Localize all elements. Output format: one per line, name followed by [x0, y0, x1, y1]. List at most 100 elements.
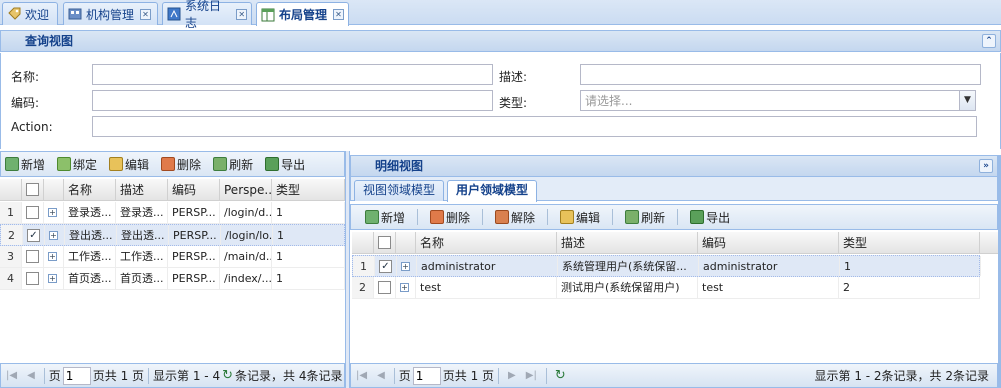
- expand-icon[interactable]: +: [401, 261, 410, 271]
- prev-page-icon[interactable]: ◀: [377, 370, 385, 381]
- page-number-input[interactable]: [62, 366, 91, 385]
- column-header-code[interactable]: 编码: [168, 179, 220, 200]
- row-expander[interactable]: +: [396, 277, 416, 298]
- close-icon[interactable]: ✕: [140, 8, 152, 20]
- expand-icon[interactable]: +: [49, 230, 58, 240]
- bind-icon: [57, 157, 72, 171]
- checkbox[interactable]: [378, 280, 391, 294]
- row-checkbox[interactable]: [22, 202, 44, 223]
- add-icon: [365, 210, 379, 224]
- divider: [482, 209, 484, 225]
- close-icon[interactable]: ✕: [333, 9, 344, 20]
- name-label: 名称:: [11, 70, 40, 84]
- action-field[interactable]: [92, 116, 977, 137]
- page-number-input[interactable]: [412, 366, 441, 385]
- next-page-icon[interactable]: ▶: [508, 370, 516, 381]
- record-status: 显示第 1 - 2条记录，共 2条记录: [814, 369, 990, 383]
- row-expander[interactable]: +: [44, 202, 64, 223]
- column-header-code[interactable]: 编码: [698, 232, 839, 253]
- detail-export-button[interactable]: 导出: [690, 209, 730, 226]
- unbind-icon: [495, 210, 510, 224]
- row-expander[interactable]: +: [44, 246, 64, 267]
- export-button[interactable]: 导出: [265, 156, 305, 173]
- first-page-icon[interactable]: |◀: [356, 370, 367, 381]
- expand-icon[interactable]: »: [979, 159, 993, 173]
- table-row[interactable]: 1 ✓ + administrator 系统管理用户(系统保留... administra…: [352, 255, 981, 277]
- column-header-name[interactable]: 名称: [416, 232, 557, 253]
- select-all-checkbox[interactable]: [374, 232, 396, 253]
- row-expander[interactable]: +: [397, 256, 417, 276]
- row-checkbox[interactable]: [22, 268, 44, 289]
- cell-name: 登出透...: [65, 225, 117, 245]
- row-checkbox[interactable]: ✓: [375, 256, 397, 276]
- detail-add-button[interactable]: 新增: [365, 209, 405, 226]
- table-row[interactable]: 3 + 工作透... 工作透... PERSP.../main/d... 1: [0, 246, 345, 268]
- prev-page-icon[interactable]: ◀: [27, 370, 35, 381]
- cell-desc: 测试用户(系统保留用户): [557, 277, 698, 298]
- checkbox[interactable]: ✓: [27, 228, 40, 242]
- description-field[interactable]: [580, 64, 981, 85]
- divider: [612, 209, 614, 225]
- code-field[interactable]: [92, 90, 493, 111]
- tab-label: 布局管理: [279, 8, 328, 22]
- table-row[interactable]: 2 + test 测试用户(系统保留用户) test 2: [352, 277, 980, 299]
- checkbox[interactable]: [26, 271, 39, 285]
- cell-type: 1: [273, 225, 346, 245]
- detail-unbind-button[interactable]: 解除: [495, 209, 535, 226]
- type-select[interactable]: [580, 90, 960, 111]
- column-header-perspective[interactable]: Perspe...: [220, 179, 272, 200]
- tab-view-domain-model[interactable]: 视图领域模型: [354, 180, 445, 201]
- table-row[interactable]: 2✓+登出透...登出透...PERSP.../login/lo...1: [0, 224, 346, 246]
- checkbox[interactable]: [26, 205, 39, 219]
- checkbox[interactable]: [26, 249, 39, 263]
- refresh-icon: [213, 157, 228, 171]
- refresh-button[interactable]: 刷新: [213, 156, 253, 173]
- table-row[interactable]: 1 + 登录透... 登录透... PERSP.../login/d... 1: [0, 202, 345, 224]
- column-header-type[interactable]: 类型: [272, 179, 345, 200]
- type-label: 类型:: [499, 96, 528, 110]
- column-header-name[interactable]: 名称: [64, 179, 116, 200]
- row-checkbox[interactable]: [374, 277, 396, 298]
- table-row[interactable]: 4 + 首页透... 首页透... PERSP.../index/... 1: [0, 268, 345, 290]
- name-field[interactable]: [92, 64, 493, 85]
- edit-button[interactable]: 编辑: [109, 156, 149, 173]
- tab-org-management[interactable]: 机构管理 ✕: [63, 2, 158, 25]
- expand-icon[interactable]: +: [48, 273, 57, 283]
- select-all-checkbox[interactable]: [22, 179, 44, 200]
- column-header-description[interactable]: 描述: [557, 232, 698, 253]
- cell-type: 2: [839, 277, 980, 298]
- cell-name: 工作透...: [64, 246, 116, 267]
- detail-delete-button[interactable]: 删除: [430, 209, 470, 226]
- chevron-down-icon[interactable]: ▼: [959, 90, 976, 111]
- cell-desc: 登录透...: [116, 202, 168, 223]
- first-page-icon[interactable]: |◀: [6, 370, 17, 381]
- row-expander[interactable]: +: [44, 268, 64, 289]
- expander-header: [396, 232, 416, 253]
- row-checkbox[interactable]: [22, 246, 44, 267]
- row-expander[interactable]: +: [45, 225, 65, 245]
- column-header-type[interactable]: 类型: [839, 232, 980, 253]
- refresh-icon[interactable]: ↻: [555, 368, 566, 383]
- tab-welcome[interactable]: 欢迎: [2, 2, 58, 25]
- divider: [545, 367, 547, 384]
- expand-icon[interactable]: +: [48, 251, 57, 261]
- add-button[interactable]: 新增: [5, 156, 45, 173]
- delete-button[interactable]: 删除: [161, 156, 201, 173]
- last-page-icon[interactable]: ▶|: [526, 370, 537, 381]
- column-header-description[interactable]: 描述: [116, 179, 168, 200]
- collapse-icon[interactable]: ⌃: [982, 34, 996, 48]
- detail-refresh-button[interactable]: 刷新: [625, 209, 665, 226]
- bind-button[interactable]: 绑定: [57, 156, 97, 173]
- refresh-icon[interactable]: ↻: [222, 368, 233, 383]
- tab-user-domain-model[interactable]: 用户领域模型: [447, 180, 538, 202]
- tab-system-log[interactable]: 系统日志 ✕: [162, 0, 252, 30]
- tab-layout-management[interactable]: 布局管理 ✕: [256, 2, 349, 26]
- tab-label: 欢迎: [25, 7, 50, 22]
- checkbox[interactable]: ✓: [379, 259, 392, 273]
- expand-icon[interactable]: +: [400, 282, 409, 292]
- expand-icon[interactable]: +: [48, 207, 57, 217]
- close-icon[interactable]: ✕: [236, 8, 247, 20]
- detail-edit-button[interactable]: 编辑: [560, 209, 600, 226]
- row-checkbox[interactable]: ✓: [23, 225, 45, 245]
- panel-splitter[interactable]: [345, 151, 350, 388]
